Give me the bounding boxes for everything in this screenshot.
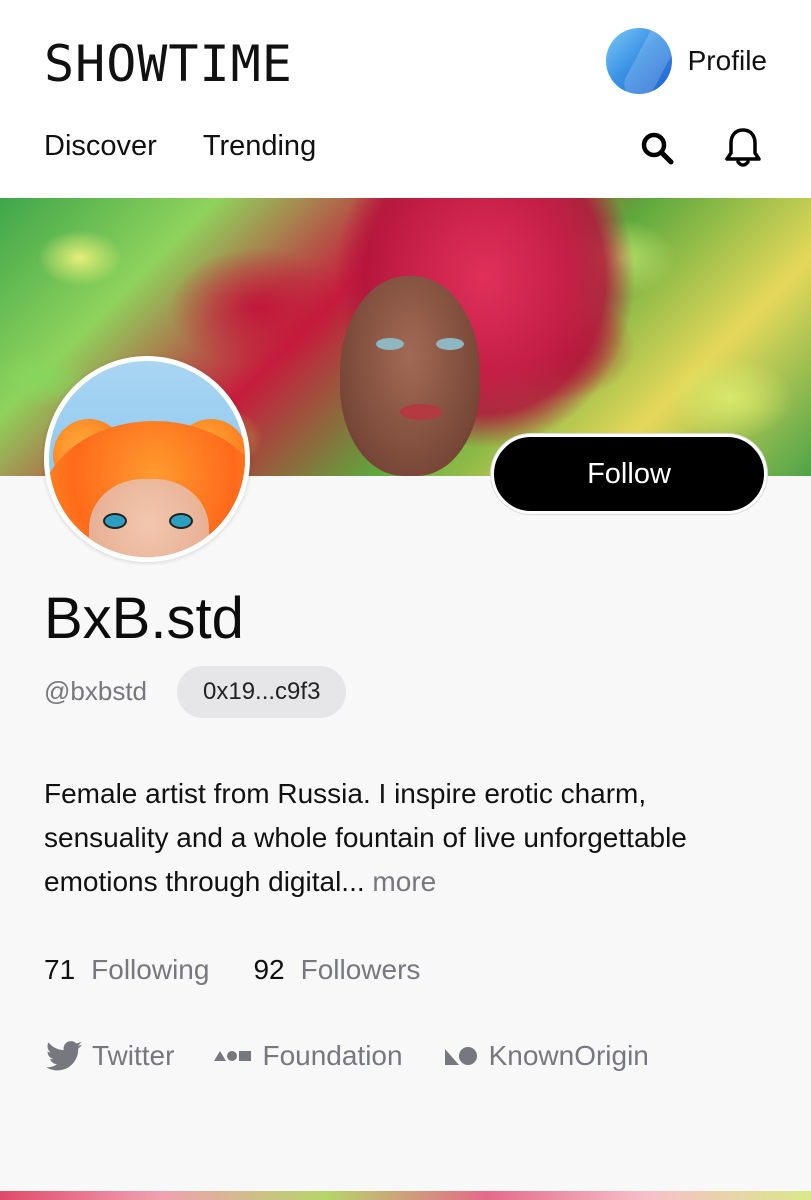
foundation-icon	[214, 1048, 252, 1064]
banner-eye-left	[376, 338, 404, 350]
followers-count: 92	[253, 954, 285, 985]
next-section-preview	[0, 1191, 811, 1200]
nav-trending[interactable]: Trending	[203, 130, 316, 163]
following-label: Following	[91, 954, 210, 985]
twitter-icon	[46, 1041, 82, 1071]
profile-link[interactable]: Profile	[605, 28, 767, 94]
avatar-eye-left	[103, 513, 127, 529]
knownorigin-icon	[443, 1045, 479, 1067]
bell-icon[interactable]	[723, 126, 763, 170]
username-handle: @bxbstd	[44, 676, 147, 706]
header-actions	[637, 126, 763, 170]
profile-label[interactable]: Profile	[688, 45, 767, 77]
profile-avatar-large	[44, 356, 250, 562]
foundation-link[interactable]: Foundation	[214, 1040, 403, 1072]
banner-face	[340, 276, 480, 476]
search-icon[interactable]	[637, 126, 677, 170]
avatar-eye-right	[169, 513, 193, 529]
followers-stat[interactable]: 92 Followers	[253, 954, 420, 986]
banner-eye-right	[436, 338, 464, 350]
following-count: 71	[44, 954, 76, 985]
profile-avatar[interactable]	[605, 28, 672, 94]
nav-discover[interactable]: Discover	[44, 130, 157, 163]
display-name: BxB.std	[44, 586, 244, 651]
twitter-link[interactable]: Twitter	[46, 1040, 174, 1072]
follow-stats: 71 Following 92 Followers	[44, 954, 420, 986]
foundation-label: Foundation	[262, 1040, 403, 1071]
follow-button[interactable]: Follow	[491, 434, 767, 514]
avatar-face	[89, 479, 209, 557]
knownorigin-label: KnownOrigin	[488, 1040, 649, 1071]
twitter-label: Twitter	[92, 1040, 175, 1071]
main-nav: Discover Trending	[44, 130, 316, 163]
following-stat[interactable]: 71 Following	[44, 954, 209, 986]
knownorigin-link[interactable]: KnownOrigin	[443, 1040, 649, 1072]
app-logo[interactable]: SHOWTIME	[44, 36, 293, 92]
followers-label: Followers	[300, 954, 421, 985]
profile-bio: Female artist from Russia. I inspire ero…	[44, 772, 764, 904]
bio-more-link[interactable]: more	[372, 866, 436, 897]
social-links: Twitter Foundation KnownOrigin	[46, 1040, 649, 1072]
top-header: SHOWTIME Profile Discover Trending	[0, 0, 811, 198]
banner-lips	[400, 404, 442, 420]
bio-text: Female artist from Russia. I inspire ero…	[44, 778, 687, 897]
wallet-address-chip[interactable]: 0x19...c9f3	[177, 666, 347, 718]
